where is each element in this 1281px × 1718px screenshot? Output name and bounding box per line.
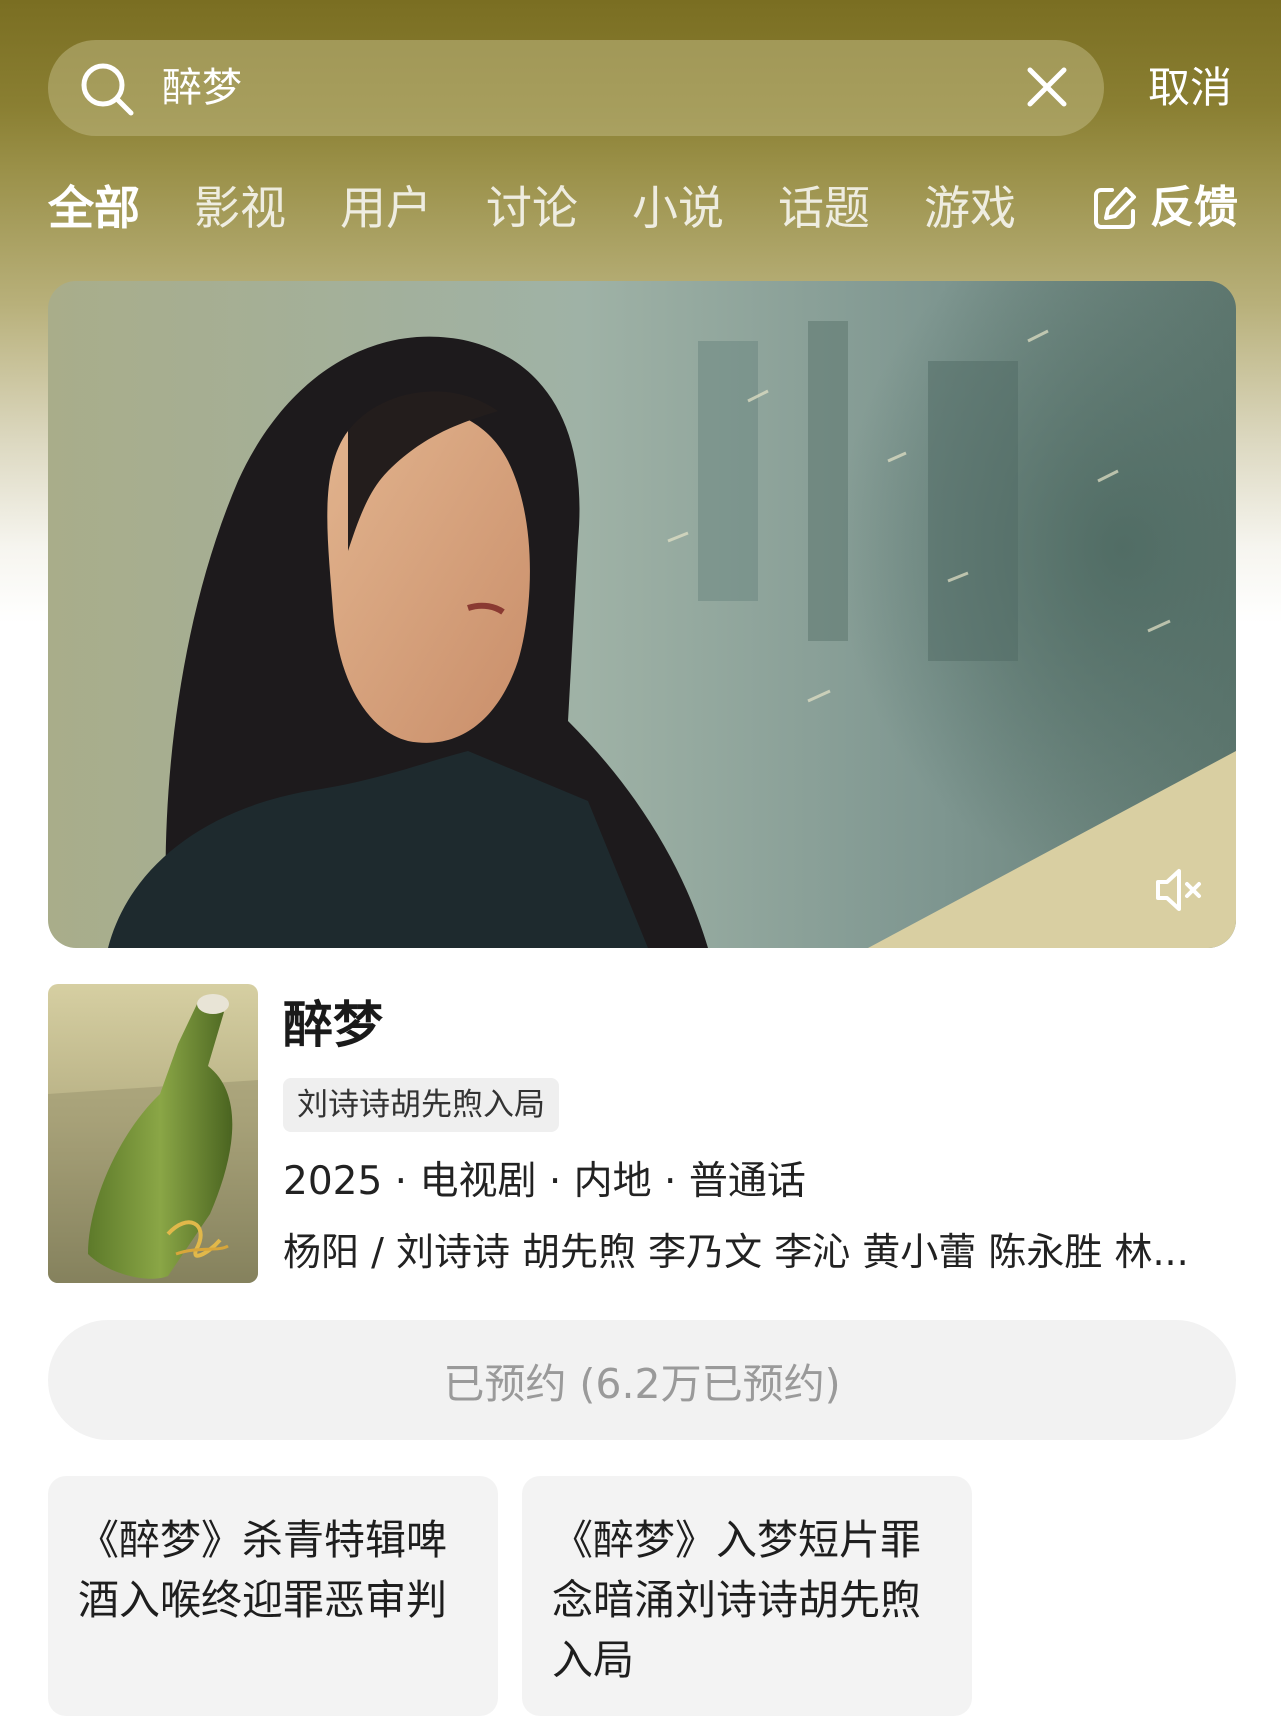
- tab-users[interactable]: 用户: [340, 178, 432, 238]
- related-video-card[interactable]: 《醉梦》杀青特辑啤酒入喉终迎罪恶审判: [48, 1476, 498, 1716]
- tab-discussion[interactable]: 讨论: [486, 178, 578, 238]
- search-bar[interactable]: 醉梦: [48, 40, 1104, 136]
- cancel-button[interactable]: 取消: [1148, 58, 1232, 118]
- edit-icon: [1094, 187, 1136, 229]
- reserve-button[interactable]: 已预约 (6.2万已预约): [48, 1320, 1236, 1440]
- tab-games[interactable]: 游戏: [924, 178, 1016, 238]
- search-icon: [81, 63, 134, 116]
- show-cast: 杨阳 / 刘诗诗 胡先煦 李乃文 李沁 黄小蕾 陈永胜 林...: [283, 1230, 1189, 1274]
- related-video-card[interactable]: 《醉梦》入梦短片罪念暗涌刘诗诗胡先煦入局: [522, 1476, 972, 1716]
- show-tag[interactable]: 刘诗诗胡先煦入局: [283, 1078, 559, 1132]
- card-title: 《醉梦》入梦短片罪念暗涌刘诗诗胡先煦入局: [552, 1516, 921, 1684]
- tab-all[interactable]: 全部: [48, 178, 140, 238]
- trailer-frame: [48, 281, 1236, 948]
- feedback-label: 反馈: [1150, 182, 1238, 233]
- show-poster[interactable]: [48, 984, 258, 1283]
- clear-icon[interactable]: [1022, 62, 1072, 112]
- tab-topic[interactable]: 话题: [778, 178, 870, 238]
- search-input[interactable]: 醉梦: [162, 62, 242, 114]
- show-title[interactable]: 醉梦: [283, 992, 383, 1058]
- trailer-video[interactable]: [48, 281, 1236, 948]
- tab-novel[interactable]: 小说: [632, 178, 724, 238]
- show-meta: 2025 · 电视剧 · 内地 · 普通话: [283, 1159, 806, 1204]
- reserve-label: 已预约 (6.2万已预约): [443, 1360, 841, 1408]
- poster-image: [48, 984, 258, 1283]
- tab-video[interactable]: 影视: [194, 178, 286, 238]
- mute-icon[interactable]: [1150, 862, 1206, 918]
- card-title: 《醉梦》杀青特辑啤酒入喉终迎罪恶审判: [78, 1516, 447, 1624]
- feedback-button[interactable]: 反馈: [1092, 178, 1238, 238]
